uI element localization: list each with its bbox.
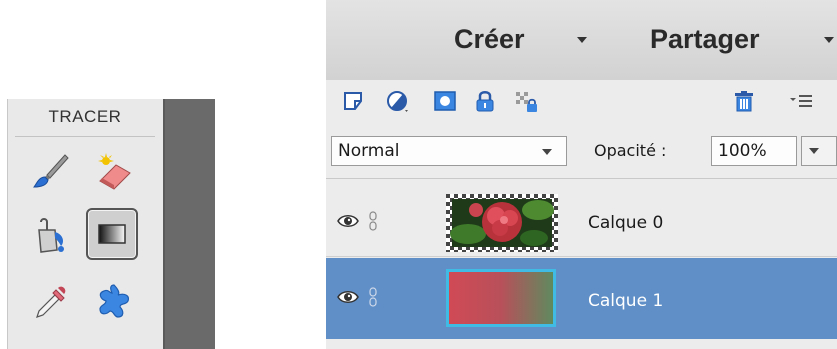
gradient-thumbnail [449, 272, 553, 324]
layer-thumbnail[interactable] [446, 194, 558, 252]
panel-menu-icon [790, 95, 812, 107]
layers-list-divider [326, 178, 837, 179]
adjustment-layer-button[interactable] [386, 89, 410, 113]
layers-panel: Créer Partager Normal Opacité: 100% Cal… [326, 0, 837, 349]
visibility-eye-icon[interactable] [337, 289, 359, 305]
menu-create[interactable]: Créer [454, 24, 525, 55]
layers-toolbar [326, 80, 837, 120]
layer-mask-button[interactable] [433, 89, 457, 113]
layer-link-icon[interactable] [368, 211, 378, 231]
brush-tool-icon [33, 154, 69, 188]
eyedropper-tool[interactable] [25, 275, 77, 327]
tools-panel-title: TRACER [48, 107, 122, 126]
lock-transparency-button[interactable] [514, 89, 538, 113]
panel-menu-button[interactable] [788, 89, 812, 113]
visibility-eye-icon[interactable] [337, 213, 359, 229]
blend-mode-select[interactable]: Normal [331, 136, 567, 166]
custom-shape-tool[interactable] [88, 275, 140, 327]
smart-brush-tool[interactable] [88, 145, 140, 197]
layer-name: Calque 0 [588, 213, 664, 233]
paint-bucket-tool[interactable] [25, 210, 77, 262]
top-menu-bar: Créer Partager [326, 0, 837, 80]
layer-name: Calque 1 [588, 291, 664, 311]
smart-brush-eraser-tool-icon [98, 153, 131, 190]
lock-all-button[interactable] [473, 89, 497, 113]
adjustment-layer-icon [387, 91, 408, 112]
delete-layer-button[interactable] [732, 89, 756, 113]
layer-row[interactable]: Calque 0 [326, 189, 837, 257]
opacity-dropdown-button[interactable] [801, 136, 837, 166]
gradient-tool[interactable] [86, 208, 138, 260]
opacity-label: Opacité : [594, 141, 667, 160]
brush-tool[interactable] [25, 145, 77, 197]
canvas-edge [163, 99, 215, 349]
opacity-chevron-down-icon [809, 148, 819, 154]
menu-create-chevron-down-icon[interactable] [577, 37, 587, 43]
tools-panel: TRACER [7, 99, 215, 349]
layer-link-icon[interactable] [368, 287, 378, 307]
opacity-input[interactable]: 100% [711, 136, 797, 166]
tools-panel-divider [15, 136, 155, 137]
gradient-tool-icon [98, 224, 126, 244]
paint-bucket-tool-icon [38, 218, 64, 253]
blend-mode-chevron-down-icon [542, 149, 552, 155]
blend-options-row: Normal Opacité : 100% [326, 130, 837, 172]
layer-mask-icon [434, 91, 456, 111]
opacity-value: 100% [718, 141, 767, 161]
new-layer-icon [344, 92, 362, 110]
trash-icon [735, 91, 753, 112]
layer-row-selected[interactable]: Calque 1 [326, 258, 837, 339]
menu-share-chevron-down-icon[interactable] [824, 37, 834, 43]
menu-share[interactable]: Partager [650, 24, 760, 55]
blend-mode-value: Normal [338, 141, 400, 161]
custom-shape-tool-icon [99, 284, 129, 318]
flower-photo-thumbnail [446, 194, 558, 252]
eyedropper-tool-icon [36, 286, 66, 318]
lock-transparency-icon [516, 92, 537, 112]
lock-icon [476, 91, 494, 112]
new-layer-button[interactable] [342, 89, 366, 113]
layer-thumbnail[interactable] [446, 269, 556, 327]
